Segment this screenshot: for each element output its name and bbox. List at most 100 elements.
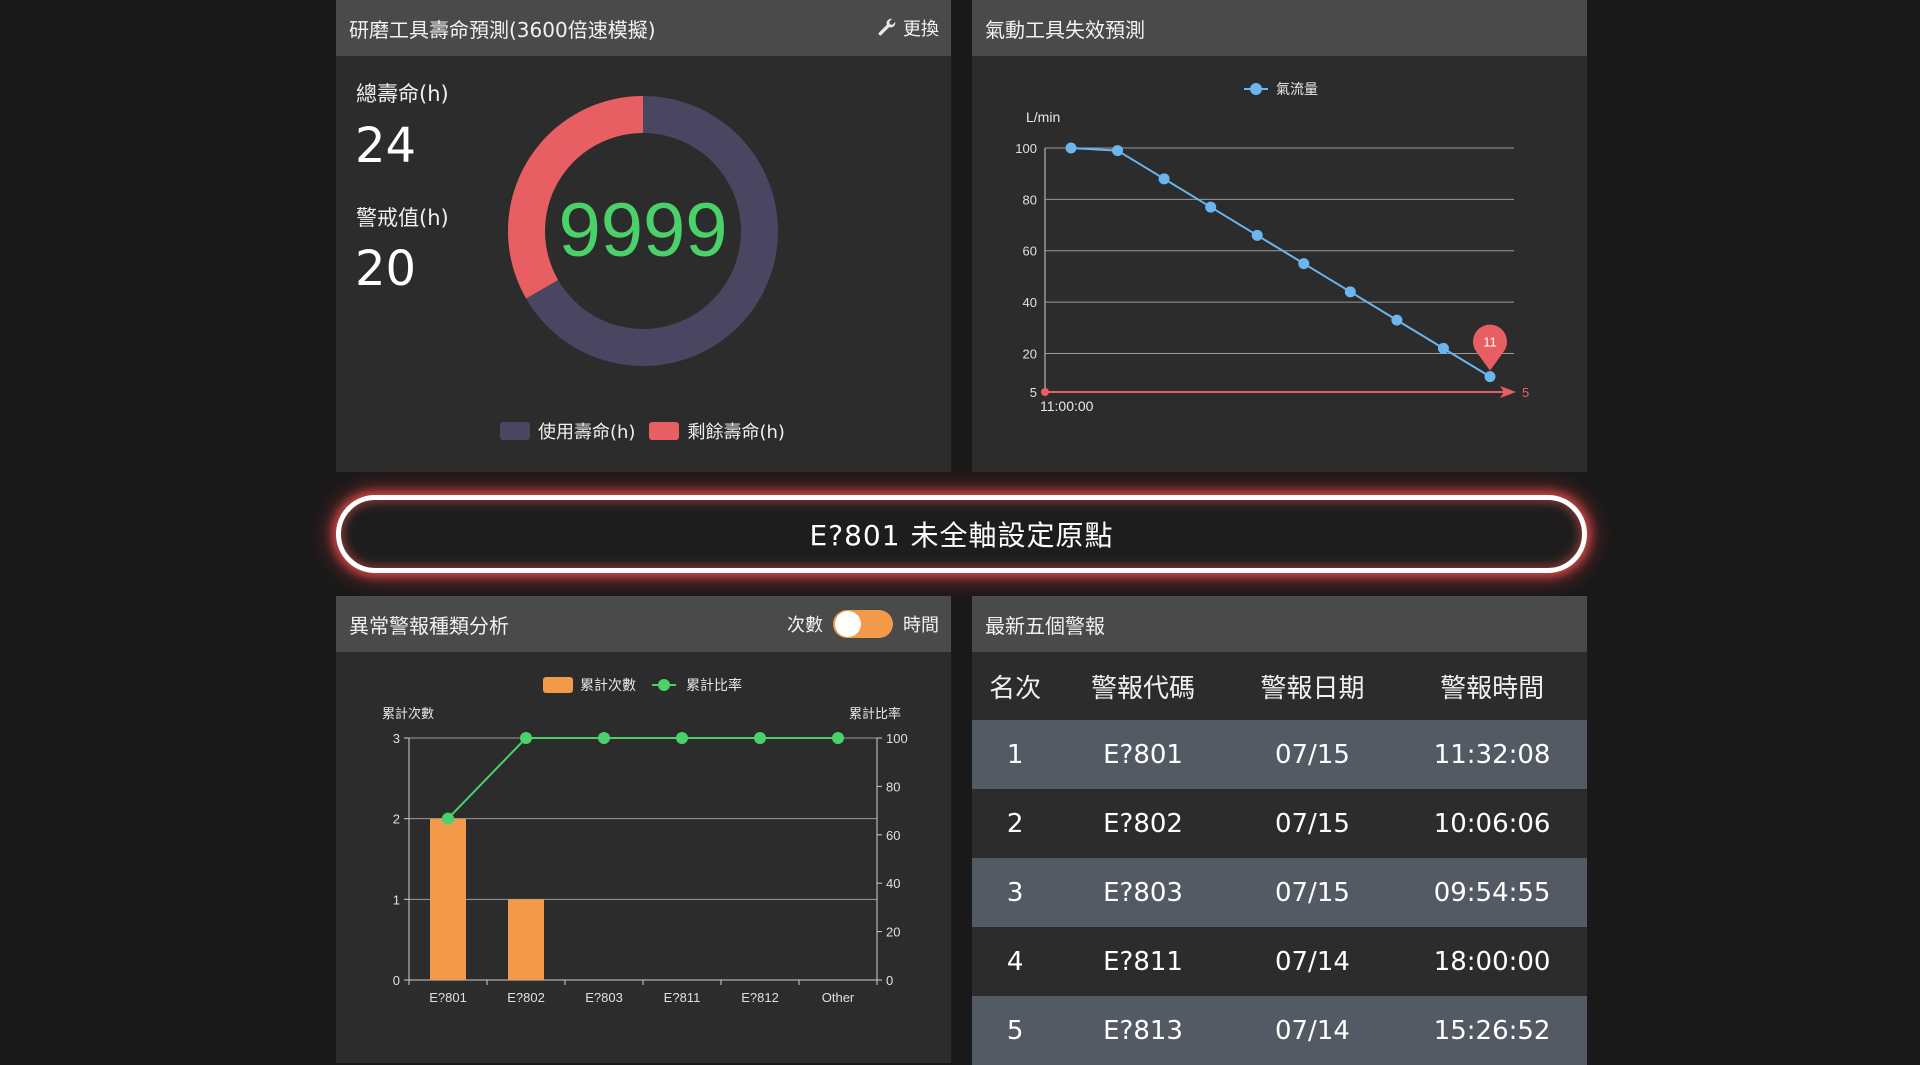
right-axis-title: 累計比率: [849, 706, 901, 721]
latest-alarms-table: 名次 警報代碼 警報日期 警報時間 1 E?801 07/15 11:32:08…: [972, 652, 1587, 1065]
date-cell: 07/15: [1227, 789, 1398, 858]
total-life-value: 24: [355, 118, 417, 174]
airflow-series-line: [1070, 147, 1491, 378]
airflow-data-point: [1251, 229, 1263, 241]
x-axis-category-label: E?803: [585, 990, 623, 1005]
airflow-y-tick-label: 40: [1023, 295, 1037, 310]
count-legend-swatch: [543, 677, 573, 693]
alert-value-label: 警戒值(h): [356, 206, 449, 230]
table-row[interactable]: 4 E?811 07/14 18:00:00: [972, 927, 1587, 996]
pneumatic-header: 氣動工具失效預測: [972, 0, 1587, 56]
abnormal-title: 異常警報種類分析: [349, 613, 509, 638]
time-cell: 15:26:52: [1397, 996, 1587, 1065]
count-legend-label: 累計次數: [580, 677, 636, 693]
right-axis-tick-label: 100: [886, 731, 908, 746]
airflow-y-tick-label: 60: [1023, 244, 1037, 259]
time-cell: 10:06:06: [1397, 789, 1587, 858]
table-row[interactable]: 1 E?801 07/15 11:32:08: [972, 720, 1587, 789]
alarm-banner-text: E?801 未全軸設定原點: [809, 519, 1114, 552]
airflow-data-point: [1391, 314, 1403, 326]
airflow-data-point: [1112, 145, 1124, 157]
remaining-life-legend-label: 剩餘壽命(h): [687, 422, 785, 443]
date-cell: 07/15: [1227, 858, 1398, 927]
code-cell: E?802: [1058, 789, 1228, 858]
right-axis-tick-label: 0: [886, 973, 893, 988]
alert-value: 20: [355, 241, 417, 297]
pneumatic-panel: 氣動工具失效預測 氣流量 L/min 11:00:00 5 20 40 60 80 100…: [972, 0, 1587, 472]
x-axis-category-label: E?812: [741, 990, 779, 1005]
toggle-count-label: 次數: [787, 615, 823, 636]
airflow-data-point: [1344, 286, 1356, 298]
tool-life-donut-chart: 9999: [508, 96, 778, 366]
airflow-y-tick-label: 20: [1023, 346, 1037, 361]
right-axis-tick-label: 60: [886, 828, 900, 843]
count-bar: [508, 899, 544, 980]
used-life-swatch: [500, 422, 530, 440]
toggle-knob: [835, 611, 861, 637]
airflow-legend-label: 氣流量: [1276, 81, 1318, 97]
tool-life-title: 研磨工具壽命預測(3600倍速模擬): [349, 17, 656, 42]
right-axis-tick-label: 20: [886, 925, 900, 940]
left-axis-tick-label: 0: [393, 973, 400, 988]
code-cell: E?811: [1058, 927, 1228, 996]
count-time-toggle[interactable]: [833, 610, 893, 638]
airflow-y-tick-label: 80: [1023, 192, 1037, 207]
header-date: 警報日期: [1227, 652, 1398, 720]
code-cell: E?801: [1058, 720, 1228, 789]
airflow-x-start-label: 11:00:00: [1040, 398, 1094, 414]
rank-cell: 2: [972, 789, 1059, 858]
airflow-threshold-end-label: 5: [1522, 385, 1529, 400]
right-axis-tick-label: 40: [886, 876, 900, 891]
latest-alarms-title: 最新五個警報: [985, 613, 1105, 638]
table-row[interactable]: 2 E?802 07/15 10:06:06: [972, 789, 1587, 858]
airflow-marker-value: 11: [1483, 335, 1497, 350]
rank-cell: 5: [972, 996, 1059, 1065]
airflow-y-tick-label: 100: [1015, 141, 1037, 156]
latest-alarms-header: 最新五個警報: [972, 596, 1587, 652]
time-cell: 11:32:08: [1397, 720, 1587, 789]
abnormal-header: 異常警報種類分析 次數 時間: [336, 596, 951, 652]
ratio-point: [598, 732, 610, 744]
alarm-banner: E?801 未全軸設定原點: [336, 495, 1587, 573]
airflow-data-point: [1205, 201, 1217, 213]
tool-life-panel: 研磨工具壽命預測(3600倍速模擬) 更換 總壽命(h) 24 警戒值(h) 2…: [336, 0, 951, 472]
ratio-legend-label: 累計比率: [686, 677, 742, 693]
pareto-chart: 累計次數 累計比率 累計次數 累計比率 0 1 2 3 0 20 40 60 80 100 E?80…: [382, 677, 908, 1005]
remaining-life-swatch: [649, 422, 680, 440]
ratio-point: [754, 732, 766, 744]
ratio-legend-marker: [658, 679, 670, 691]
airflow-data-point: [1065, 142, 1077, 154]
table-header-row: 名次 警報代碼 警報日期 警報時間: [972, 652, 1587, 720]
code-cell: E?813: [1058, 996, 1228, 1065]
x-axis-category-label: E?802: [507, 990, 545, 1005]
x-axis-category-label: E?801: [429, 990, 467, 1005]
airflow-data-point: [1484, 371, 1496, 383]
rank-cell: 1: [972, 720, 1059, 789]
airflow-line-chart: 氣流量 L/min 11:00:00 5 20 40 60 80 100 5 11: [1015, 81, 1529, 414]
airflow-data-point: [1437, 342, 1449, 354]
time-cell: 09:54:55: [1397, 858, 1587, 927]
date-cell: 07/14: [1227, 927, 1398, 996]
toggle-time-label: 時間: [903, 615, 939, 636]
table-row[interactable]: 3 E?803 07/15 09:54:55: [972, 858, 1587, 927]
date-cell: 07/15: [1227, 720, 1398, 789]
x-axis-category-label: Other: [822, 990, 855, 1005]
remaining-life-center-value: 9999: [558, 188, 727, 273]
replace-label: 更換: [903, 19, 939, 40]
header-time: 警報時間: [1397, 652, 1587, 720]
date-cell: 07/14: [1227, 996, 1398, 1065]
airflow-legend-marker: [1250, 83, 1262, 95]
code-cell: E?803: [1058, 858, 1228, 927]
airflow-data-point: [1298, 258, 1310, 270]
pneumatic-title: 氣動工具失效預測: [985, 17, 1145, 42]
left-axis-tick-label: 1: [393, 892, 400, 907]
wrench-icon: [878, 18, 896, 36]
table-row[interactable]: 5 E?813 07/14 15:26:52: [972, 996, 1587, 1065]
ratio-point: [832, 732, 844, 744]
used-life-legend-label: 使用壽命(h): [538, 422, 636, 443]
replace-button[interactable]: 更換: [876, 0, 939, 56]
airflow-y-tick-label: 5: [1030, 385, 1037, 400]
ratio-line: [447, 737, 838, 820]
rank-cell: 3: [972, 858, 1059, 927]
airflow-data-point: [1158, 173, 1170, 185]
